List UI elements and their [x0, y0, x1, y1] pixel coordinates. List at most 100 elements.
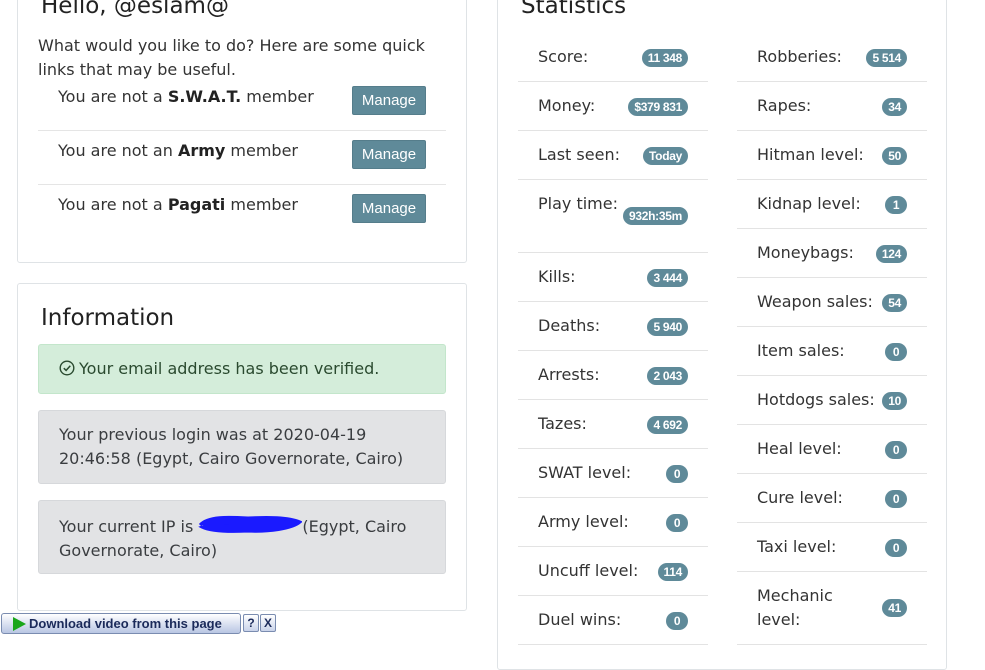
stat-label: Kills: [538, 267, 576, 286]
stat-value-badge: 34 [882, 98, 907, 116]
play-icon [13, 617, 26, 631]
stat-label: Robberies: [757, 47, 842, 66]
download-video-button[interactable]: Download video from this page [1, 613, 241, 634]
stat-value-badge: 5 514 [866, 49, 907, 67]
stat-row: Weapon sales: 54 [737, 278, 927, 327]
stat-label: Kidnap level: [757, 194, 861, 213]
stat-value-badge: 1 [885, 196, 907, 214]
stat-value-badge: 0 [666, 514, 688, 532]
stat-row: Mechanic level: 41 [737, 572, 927, 645]
stat-row: Cure level: 0 [737, 474, 927, 523]
previous-login-alert: Your previous login was at 2020-04-19 20… [38, 410, 446, 484]
download-video-bar: Download video from this page ? X [0, 612, 277, 636]
information-card: Information Your email address has been … [17, 283, 467, 611]
stat-label: Mechanic level: [757, 586, 833, 629]
membership-text: You are not a Pagati member [58, 195, 298, 214]
stat-row: Moneybags: 124 [737, 229, 927, 278]
stat-label: Taxi level: [757, 537, 837, 556]
stats-column-left: Score: 11 348 Money: $379 831 Last seen: Toda… [518, 33, 708, 645]
stat-row: Item sales: 0 [737, 327, 927, 376]
stat-label: Money: [538, 96, 596, 115]
email-verified-alert: Your email address has been verified. [38, 344, 446, 394]
redaction-scribble-icon [198, 515, 303, 533]
stat-row: Arrests: 2 043 [518, 351, 708, 400]
stat-label: Tazes: [538, 414, 587, 433]
stat-row: Money: $379 831 [518, 82, 708, 131]
stat-value-badge: 2 043 [647, 367, 688, 385]
stat-value-badge: 0 [666, 612, 688, 630]
stat-row: Uncuff level: 114 [518, 547, 708, 596]
manage-army-button[interactable]: Manage [352, 140, 426, 169]
stat-value-badge: 932h:35m [623, 207, 688, 225]
list-item-swat: You are not a S.W.A.T. member Manage [38, 77, 446, 131]
stat-row: Score: 11 348 [518, 33, 708, 82]
stat-label: Last seen: [538, 145, 620, 164]
stat-row: Last seen: Today [518, 131, 708, 180]
intro-text: What would you like to do? Here are some… [38, 36, 425, 79]
stat-label: Arrests: [538, 365, 600, 384]
stat-row: Kidnap level: 1 [737, 180, 927, 229]
current-ip-alert: Your current IP is (Egypt, Cairo Governo… [38, 500, 446, 574]
stat-label: Deaths: [538, 316, 601, 335]
stat-value-badge: 3 444 [647, 269, 688, 287]
stat-label: Heal level: [757, 439, 842, 458]
stat-label: Weapon sales: [757, 292, 873, 311]
stat-label: Army level: [538, 512, 629, 531]
ip-prefix-text: Your current IP is [59, 517, 199, 536]
stat-label: Duel wins: [538, 610, 622, 629]
statistics-card: Statistics Score: 11 348 Money: $379 831 Las… [497, 0, 947, 670]
stat-value-badge: Today [643, 147, 688, 165]
stat-label: Hotdogs sales: [757, 390, 875, 409]
stat-label: Play time: [538, 194, 618, 213]
stat-row: Taxi level: 0 [737, 523, 927, 572]
help-button[interactable]: ? [243, 614, 259, 632]
stat-value-badge: 10 [882, 392, 907, 410]
stat-value-badge: 0 [885, 539, 907, 557]
quick-links-card: Hello, @eslam@ What would you like to do… [17, 0, 467, 263]
stat-value-badge: 124 [875, 245, 907, 263]
stat-row: Rapes: 34 [737, 82, 927, 131]
list-item-pagati: You are not a Pagati member Manage [38, 185, 446, 238]
stat-row: Hotdogs sales: 10 [737, 376, 927, 425]
stat-value-badge: 0 [885, 490, 907, 508]
stat-value-badge: 54 [882, 294, 907, 312]
stat-value-badge: 50 [882, 147, 907, 165]
stat-row: Tazes: 4 692 [518, 400, 708, 449]
list-item-army: You are not an Army member Manage [38, 131, 446, 185]
stat-value-badge: 0 [666, 465, 688, 483]
quick-links-list: You are not a S.W.A.T. member Manage You… [38, 77, 446, 238]
stat-label: Moneybags: [757, 243, 854, 262]
membership-text: You are not an Army member [58, 141, 299, 160]
verified-text: Your email address has been verified. [79, 359, 380, 378]
membership-text: You are not a S.W.A.T. member [58, 87, 314, 106]
stat-row: Army level: 0 [518, 498, 708, 547]
stat-label: Uncuff level: [538, 561, 639, 580]
manage-swat-button[interactable]: Manage [352, 86, 426, 115]
stat-label: SWAT level: [538, 463, 632, 482]
download-video-label: Download video from this page [29, 616, 222, 631]
stat-label: Rapes: [757, 96, 812, 115]
information-title: Information [41, 305, 175, 331]
stat-row: SWAT level: 0 [518, 449, 708, 498]
statistics-title: Statistics [521, 0, 627, 19]
stat-label: Score: [538, 47, 589, 66]
stat-row: Hitman level: 50 [737, 131, 927, 180]
stat-row: Duel wins: 0 [518, 596, 708, 645]
stat-label: Hitman level: [757, 145, 864, 164]
stat-row: Heal level: 0 [737, 425, 927, 474]
stat-value-badge: 0 [885, 343, 907, 361]
stat-label: Item sales: [757, 341, 845, 360]
stat-value-badge: 4 692 [647, 416, 688, 434]
check-circle-icon [59, 360, 75, 376]
stat-row: Robberies: 5 514 [737, 33, 927, 82]
stat-value-badge: 41 [882, 599, 907, 617]
stat-row: Play time: 932h:35m [518, 180, 708, 253]
stat-row: Deaths: 5 940 [518, 302, 708, 351]
stat-value-badge: 0 [885, 441, 907, 459]
manage-pagati-button[interactable]: Manage [352, 194, 426, 223]
stat-label: Cure level: [757, 488, 843, 507]
stat-row: Kills: 3 444 [518, 253, 708, 302]
stat-value-badge: 5 940 [647, 318, 688, 336]
stat-value-badge: 114 [657, 563, 688, 581]
close-button[interactable]: X [260, 614, 276, 632]
